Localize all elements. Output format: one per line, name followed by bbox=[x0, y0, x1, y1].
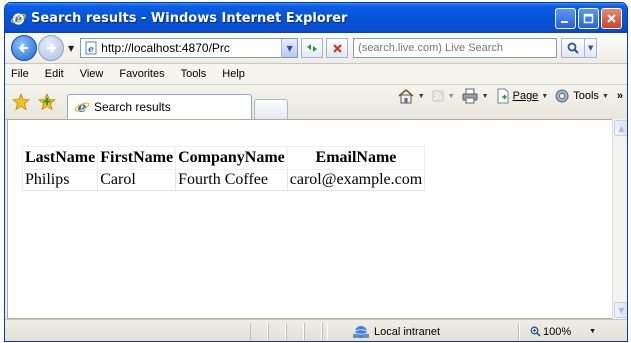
address-field[interactable]: e http://localhost:4870/Prc ▼ bbox=[80, 38, 299, 58]
back-arrow-icon bbox=[18, 43, 28, 53]
menu-tools[interactable]: Tools bbox=[175, 68, 217, 80]
new-tab-button[interactable] bbox=[254, 99, 288, 119]
zoom-icon bbox=[530, 326, 541, 337]
table-header-row: LastName FirstName CompanyName EmailName bbox=[21, 146, 426, 170]
vertical-scrollbar[interactable]: ▲ ▼ bbox=[612, 119, 627, 319]
address-dropdown-icon[interactable]: ▼ bbox=[281, 39, 298, 57]
tools-menu-label: Tools bbox=[573, 90, 599, 102]
feeds-icon bbox=[431, 90, 444, 102]
feeds-button[interactable]: ▼ bbox=[431, 89, 455, 103]
feeds-dropdown-icon[interactable]: ▼ bbox=[448, 93, 455, 100]
minimize-icon bbox=[561, 20, 568, 23]
close-icon bbox=[607, 13, 616, 23]
cell-firstname: Carol bbox=[97, 169, 177, 191]
column-header-emailname: EmailName bbox=[286, 146, 426, 170]
tools-dropdown-icon[interactable]: ▼ bbox=[602, 93, 609, 100]
status-divider bbox=[286, 323, 304, 340]
print-dropdown-icon[interactable]: ▼ bbox=[482, 93, 489, 100]
cell-companyname: Fourth Coffee bbox=[175, 169, 288, 191]
search-box[interactable] bbox=[353, 38, 558, 58]
browser-window: e Search results - Windows Internet Expl… bbox=[4, 2, 628, 342]
page-icon bbox=[497, 88, 509, 104]
status-divider bbox=[304, 323, 322, 340]
cell-lastname: Philips bbox=[21, 169, 99, 191]
page-icon: e bbox=[85, 41, 97, 55]
favorites-star-icon bbox=[12, 93, 30, 111]
forward-button[interactable] bbox=[38, 35, 64, 61]
zoom-dropdown-icon[interactable]: ▼ bbox=[589, 328, 596, 335]
menu-bar: File Edit View Favorites Tools Help bbox=[5, 64, 627, 85]
menu-file[interactable]: File bbox=[5, 68, 39, 80]
page-content: LastName FirstName CompanyName EmailName… bbox=[7, 119, 612, 319]
more-commands-chevron-icon[interactable]: » bbox=[617, 90, 623, 102]
page-menu-button[interactable]: Page ▼ bbox=[495, 88, 548, 104]
scroll-down-arrow-icon[interactable]: ▼ bbox=[614, 302, 627, 318]
command-bar: ▼ ▼ ▼ Page ▼ Tools ▼ » bbox=[397, 88, 627, 104]
minimize-button[interactable] bbox=[555, 7, 576, 29]
search-input[interactable] bbox=[354, 41, 557, 55]
stop-button[interactable] bbox=[326, 38, 349, 58]
security-zone[interactable]: Local intranet bbox=[352, 325, 512, 339]
zoom-control[interactable]: 100% ▼ bbox=[530, 326, 596, 338]
print-button[interactable]: ▼ bbox=[461, 88, 489, 104]
menu-favorites[interactable]: Favorites bbox=[113, 68, 174, 80]
forward-arrow-icon bbox=[47, 43, 57, 53]
tab-label: Search results bbox=[94, 100, 171, 114]
status-divider bbox=[518, 323, 520, 340]
stop-icon bbox=[332, 43, 342, 53]
status-divider bbox=[250, 323, 268, 340]
navigation-bar: ▼ e http://localhost:4870/Prc ▼ ▼ bbox=[5, 33, 627, 64]
back-button[interactable] bbox=[11, 35, 37, 61]
local-intranet-icon bbox=[353, 325, 369, 338]
add-favorite-icon bbox=[38, 93, 56, 111]
svg-text:e: e bbox=[15, 11, 22, 25]
search-button[interactable] bbox=[561, 38, 586, 58]
svg-text:e: e bbox=[78, 100, 87, 115]
window-title: Search results - Windows Internet Explor… bbox=[31, 10, 348, 26]
maximize-icon bbox=[583, 13, 594, 23]
tab-bar: e Search results ▼ ▼ ▼ Page ▼ Tools ▼ » bbox=[5, 85, 627, 120]
tools-menu-button[interactable]: Tools ▼ bbox=[554, 88, 609, 104]
column-header-firstname: FirstName bbox=[97, 146, 177, 170]
table-row: Philips Carol Fourth Coffee carol@exampl… bbox=[21, 169, 426, 191]
zoom-level: 100% bbox=[543, 325, 572, 338]
column-header-companyname: CompanyName bbox=[175, 146, 288, 170]
search-options-dropdown-icon[interactable]: ▼ bbox=[585, 38, 598, 58]
column-header-lastname: LastName bbox=[21, 146, 99, 170]
favorites-center-button[interactable] bbox=[11, 92, 31, 112]
refresh-button[interactable] bbox=[301, 38, 324, 58]
status-bar: Local intranet 100% ▼ bbox=[5, 319, 627, 341]
internet-explorer-icon: e bbox=[74, 100, 90, 115]
recent-pages-dropdown-icon[interactable]: ▼ bbox=[68, 44, 74, 53]
menu-edit[interactable]: Edit bbox=[39, 68, 74, 80]
close-button[interactable] bbox=[601, 7, 622, 29]
tab-search-results[interactable]: e Search results bbox=[67, 94, 252, 119]
status-divider bbox=[268, 323, 286, 340]
scroll-up-arrow-icon[interactable]: ▲ bbox=[614, 120, 627, 136]
add-favorites-button[interactable] bbox=[37, 92, 57, 112]
home-icon bbox=[398, 89, 414, 104]
gear-icon bbox=[555, 89, 569, 103]
home-dropdown-icon[interactable]: ▼ bbox=[418, 93, 425, 100]
zone-label: Local intranet bbox=[374, 325, 441, 338]
status-divider bbox=[322, 323, 328, 340]
address-url[interactable]: http://localhost:4870/Prc bbox=[101, 41, 281, 55]
page-dropdown-icon[interactable]: ▼ bbox=[541, 93, 548, 100]
results-table: LastName FirstName CompanyName EmailName… bbox=[21, 146, 426, 191]
refresh-icon bbox=[307, 44, 318, 52]
maximize-button[interactable] bbox=[578, 7, 599, 29]
page-menu-label: Page bbox=[512, 90, 539, 102]
search-icon bbox=[567, 42, 579, 54]
internet-explorer-icon: e bbox=[11, 11, 26, 25]
cell-emailname: carol@example.com bbox=[286, 169, 426, 191]
menu-view[interactable]: View bbox=[74, 68, 114, 80]
home-button[interactable]: ▼ bbox=[397, 88, 425, 104]
printer-icon bbox=[462, 88, 478, 104]
svg-text:e: e bbox=[88, 45, 94, 55]
title-bar[interactable]: e Search results - Windows Internet Expl… bbox=[5, 3, 627, 33]
menu-help[interactable]: Help bbox=[216, 68, 255, 80]
